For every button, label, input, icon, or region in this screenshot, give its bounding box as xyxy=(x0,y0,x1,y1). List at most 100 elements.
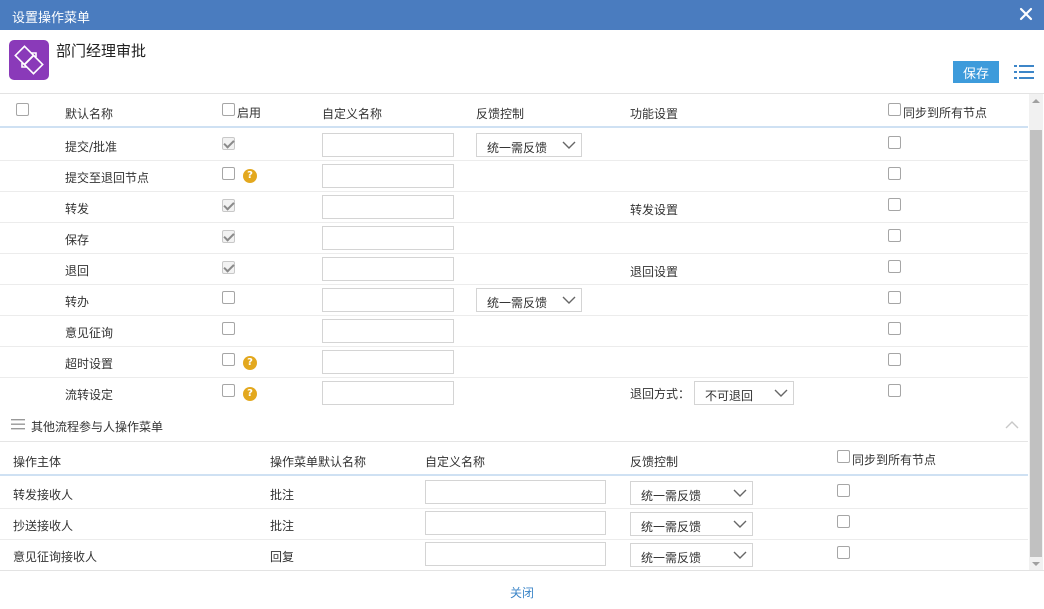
sync-checkbox[interactable] xyxy=(888,167,901,180)
enable-checkbox[interactable] xyxy=(222,137,235,150)
table-row: 流转设定 ? 退回方式： 不可退回 xyxy=(0,378,1028,409)
custom-name-input[interactable] xyxy=(425,542,606,566)
save-button[interactable]: 保存 xyxy=(953,61,999,83)
table-row: 意见征询 xyxy=(0,316,1028,347)
custom-name-input[interactable] xyxy=(322,195,454,219)
feedback-select-value: 统一需反馈 xyxy=(641,489,702,503)
sync-all-checkbox[interactable] xyxy=(837,450,850,463)
feedback-select[interactable]: 统一需反馈 xyxy=(476,133,582,157)
header-custom-name: 自定义名称 xyxy=(425,455,486,469)
sync-all-checkbox[interactable] xyxy=(888,103,901,116)
table-row: 意见征询接收人 回复 统一需反馈 xyxy=(0,540,1028,570)
custom-name-input[interactable] xyxy=(322,133,454,157)
row-name: 转办 xyxy=(65,295,90,309)
custom-name-input[interactable] xyxy=(322,164,454,188)
row-name: 超时设置 xyxy=(65,357,114,371)
enable-checkbox[interactable] xyxy=(222,167,235,180)
help-icon[interactable]: ? xyxy=(243,169,257,183)
sync-checkbox[interactable] xyxy=(888,353,901,366)
custom-name-input[interactable] xyxy=(425,511,606,535)
menu-settings-panel: 默认名称 启用 自定义名称 反馈控制 功能设置 同步到所有节点 提交/批准 统一… xyxy=(0,93,1044,570)
other-participants-section-header[interactable]: 其他流程参与人操作菜单 xyxy=(0,408,1028,442)
enable-all-checkbox[interactable] xyxy=(222,103,235,116)
sync-checkbox[interactable] xyxy=(888,384,901,397)
close-button[interactable]: 关闭 xyxy=(0,584,1044,601)
enable-checkbox[interactable] xyxy=(222,261,235,274)
header-feedback: 反馈控制 xyxy=(630,455,679,469)
return-settings-link[interactable]: 退回设置 xyxy=(630,263,678,280)
row-name: 流转设定 xyxy=(65,388,114,402)
header-sync: 同步到所有节点 xyxy=(852,453,937,467)
custom-name-input[interactable] xyxy=(322,381,454,405)
chevron-down-icon xyxy=(733,551,747,559)
custom-name-input[interactable] xyxy=(425,480,606,504)
help-icon[interactable]: ? xyxy=(243,387,257,401)
chevron-up-icon[interactable] xyxy=(1005,420,1019,429)
row-name: 转发 xyxy=(65,202,90,216)
sync-checkbox[interactable] xyxy=(888,322,901,335)
custom-name-input[interactable] xyxy=(322,226,454,250)
chevron-down-icon xyxy=(733,520,747,528)
list-icon[interactable] xyxy=(1014,64,1034,80)
scroll-down-arrow-icon[interactable] xyxy=(1029,559,1043,569)
workflow-node-icon xyxy=(9,40,49,80)
subject-name: 抄送接收人 xyxy=(13,519,74,533)
scrollbar-thumb[interactable] xyxy=(1030,130,1042,557)
table-header: 默认名称 启用 自定义名称 反馈控制 功能设置 同步到所有节点 xyxy=(0,94,1028,128)
enable-checkbox[interactable] xyxy=(222,384,235,397)
sync-checkbox[interactable] xyxy=(888,229,901,242)
feedback-select-value: 统一需反馈 xyxy=(487,296,548,310)
return-method-label: 退回方式： xyxy=(630,387,691,401)
enable-checkbox[interactable] xyxy=(222,230,235,243)
forward-settings-link[interactable]: 转发设置 xyxy=(630,201,678,218)
table-header: 操作主体 操作菜单默认名称 自定义名称 反馈控制 同步到所有节点 xyxy=(0,442,1028,476)
select-all-checkbox[interactable] xyxy=(16,103,29,116)
enable-checkbox[interactable] xyxy=(222,291,235,304)
custom-name-input[interactable] xyxy=(322,257,454,281)
chevron-down-icon xyxy=(774,389,788,397)
return-method-select[interactable]: 不可退回 xyxy=(694,381,794,405)
help-icon[interactable]: ? xyxy=(243,356,257,370)
row-name: 提交至退回节点 xyxy=(65,171,150,185)
custom-name-input[interactable] xyxy=(322,350,454,374)
close-icon[interactable] xyxy=(1018,6,1034,22)
menu-default-name: 回复 xyxy=(270,550,295,564)
sync-checkbox[interactable] xyxy=(888,136,901,149)
table-row: 超时设置 ? xyxy=(0,347,1028,378)
enable-checkbox[interactable] xyxy=(222,353,235,366)
menu-icon xyxy=(11,419,25,430)
chevron-down-icon xyxy=(733,489,747,497)
feedback-select[interactable]: 统一需反馈 xyxy=(630,512,753,536)
feedback-select[interactable]: 统一需反馈 xyxy=(630,481,753,505)
row-name: 保存 xyxy=(65,233,90,247)
sync-checkbox[interactable] xyxy=(888,198,901,211)
menu-default-name: 批注 xyxy=(270,488,295,502)
feedback-select-value: 统一需反馈 xyxy=(641,551,702,565)
custom-name-input[interactable] xyxy=(322,288,454,312)
table-row: 提交至退回节点 ? xyxy=(0,161,1028,192)
enable-checkbox[interactable] xyxy=(222,199,235,212)
sync-checkbox[interactable] xyxy=(837,546,850,559)
scroll-up-arrow-icon[interactable] xyxy=(1029,96,1043,106)
chevron-down-icon xyxy=(562,141,576,149)
node-name: 部门经理审批 xyxy=(56,42,147,60)
row-name: 提交/批准 xyxy=(65,140,118,154)
sync-checkbox[interactable] xyxy=(888,291,901,304)
row-name: 退回 xyxy=(65,264,90,278)
feedback-select[interactable]: 统一需反馈 xyxy=(630,543,753,567)
enable-checkbox[interactable] xyxy=(222,322,235,335)
table-row: 保存 xyxy=(0,223,1028,254)
sync-checkbox[interactable] xyxy=(837,484,850,497)
sync-checkbox[interactable] xyxy=(837,515,850,528)
feedback-select-value: 统一需反馈 xyxy=(641,520,702,534)
sync-checkbox[interactable] xyxy=(888,260,901,273)
row-name: 意见征询 xyxy=(65,326,114,340)
table-row: 提交/批准 统一需反馈 xyxy=(0,130,1028,161)
header-sync: 同步到所有节点 xyxy=(903,106,988,120)
header-custom-name: 自定义名称 xyxy=(322,107,383,121)
table-row: 转发 转发设置 xyxy=(0,192,1028,223)
custom-name-input[interactable] xyxy=(322,319,454,343)
feedback-select[interactable]: 统一需反馈 xyxy=(476,288,582,312)
menu-default-name: 批注 xyxy=(270,519,295,533)
return-method-value: 不可退回 xyxy=(705,389,754,403)
